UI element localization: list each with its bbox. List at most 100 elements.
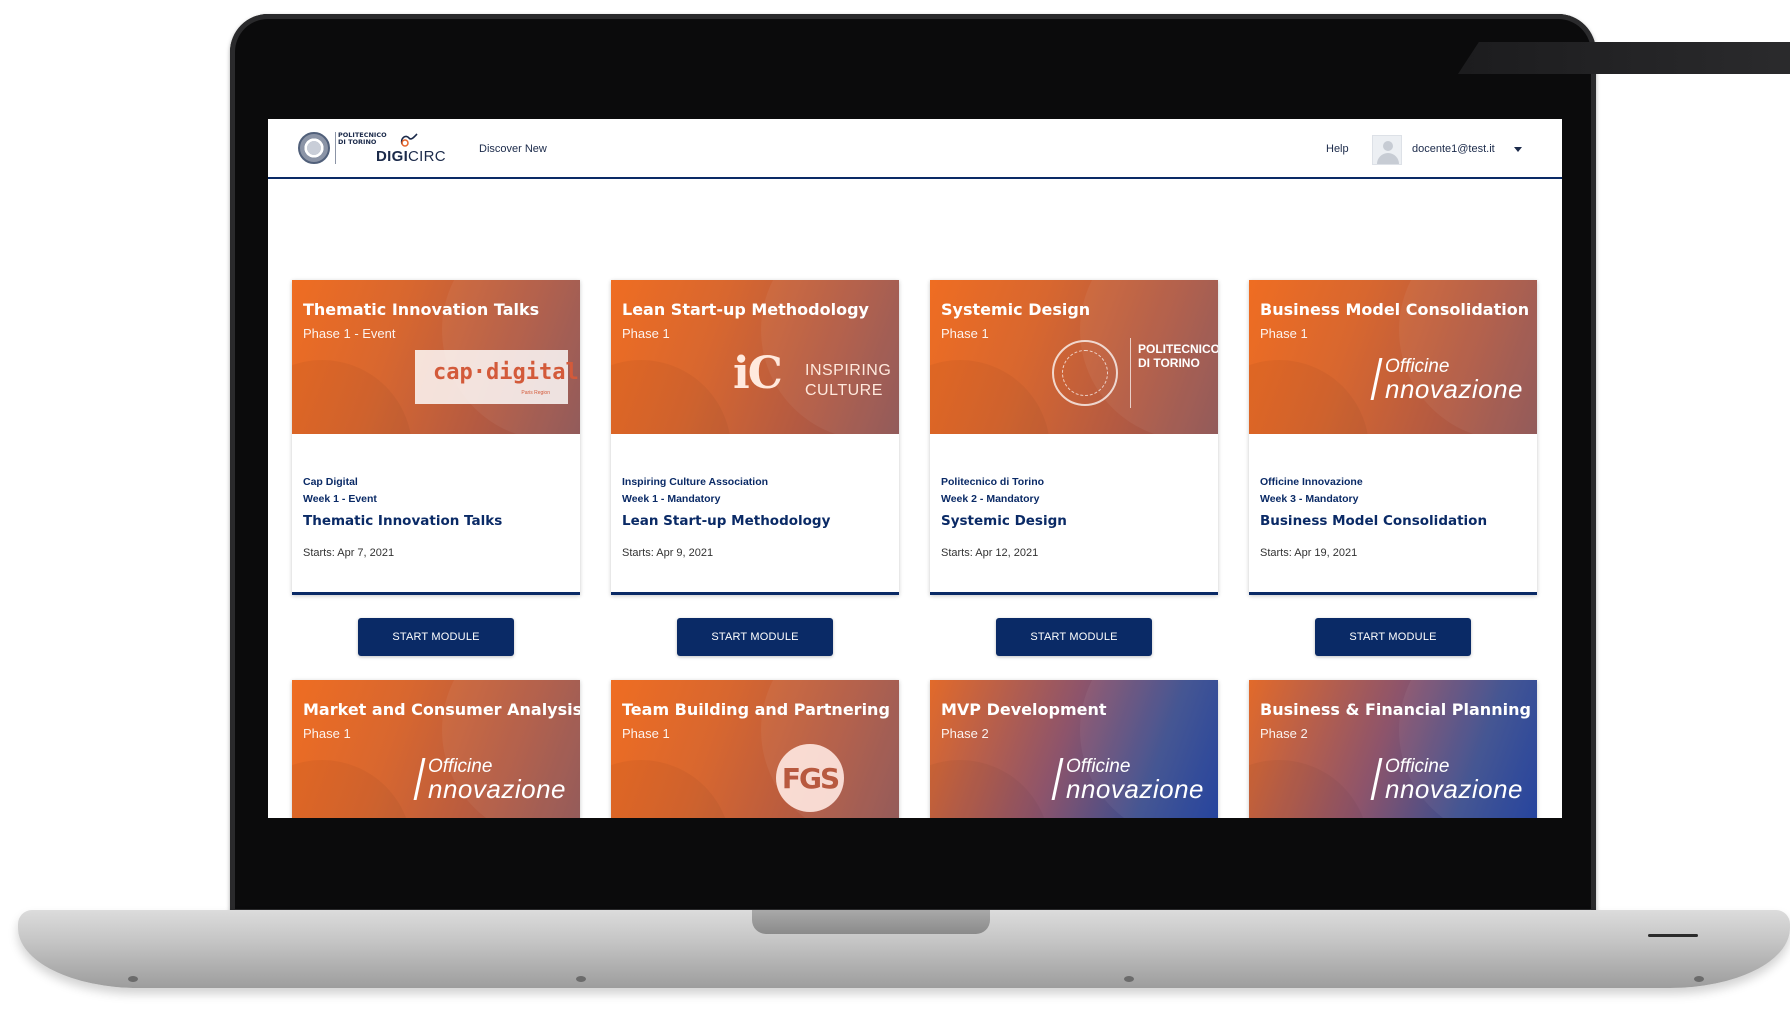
module-banner: Business Model Consolidation Phase 1 Off… [1249,280,1537,434]
banner-phase: Phase 1 [622,726,670,741]
banner-phase: Phase 2 [1260,726,1308,741]
banner-decoration [1249,760,1369,818]
module-start-date: Starts: Apr 7, 2021 [303,547,395,559]
module-week: Week 3 - Mandatory [1260,493,1359,505]
module-card[interactable]: Systemic Design Phase 1 POLITECNICO DI T… [930,280,1218,595]
logo-brand-light: CIRC [408,148,446,165]
help-link[interactable]: Help [1326,143,1349,155]
banner-phase: Phase 1 [1260,326,1308,341]
module-start-date: Starts: Apr 19, 2021 [1260,547,1358,559]
module-title[interactable]: Business Model Consolidation [1260,513,1487,529]
logo-slash [413,758,426,800]
laptop-foot [1124,976,1134,982]
avatar-head [1383,141,1393,151]
start-module-button[interactable]: START MODULE [677,618,833,656]
logo-line1: INSPIRING [805,362,892,379]
module-title[interactable]: Lean Start-up Methodology [622,513,830,529]
module-provider: Officine Innovazione [1260,476,1363,488]
user-email[interactable]: docente1@test.it [1412,143,1495,155]
avatar[interactable] [1372,135,1402,165]
polito-seal-icon[interactable] [298,132,330,164]
module-banner: Business & Financial Planning Phase 2 Of… [1249,680,1537,818]
banner-decoration [930,760,1050,818]
logo-line2: nnovazione [1385,774,1523,804]
bezel-glare [1458,42,1790,74]
module-banner: Team Building and Partnering Phase 1 FGS [611,680,899,818]
laptop-base-notch [752,910,990,934]
banner-decoration [292,760,412,818]
banner-decoration [611,360,731,434]
laptop-base-slot [1648,934,1698,937]
laptop-foot [1694,976,1704,982]
logo-line1: POLITECNICO [1138,342,1218,356]
banner-phase: Phase 2 [941,726,989,741]
module-title[interactable]: Thematic Innovation Talks [303,513,502,529]
app-logo[interactable]: DIGICIRC [376,148,446,165]
logo-divider [335,132,336,164]
module-banner: Thematic Innovation Talks Phase 1 - Even… [292,280,580,434]
banner-phase: Phase 1 - Event [303,326,396,341]
logo-divider [1130,338,1131,408]
university-seal-inner-icon [1062,350,1108,396]
banner-decoration [1249,360,1369,434]
logo-slash [1051,758,1064,800]
module-start-date: Starts: Apr 9, 2021 [622,547,714,559]
officine-innovazione-logo-icon: Officine nnovazione [1051,756,1212,808]
logo-slash [1370,358,1383,400]
fgs-logo-icon: FGS [776,744,844,812]
module-provider: Inspiring Culture Association [622,476,769,488]
module-card[interactable]: Market and Consumer Analysis Phase 1 Off… [292,680,580,818]
logo-line2: nnovazione [1066,774,1204,804]
module-card[interactable]: Team Building and Partnering Phase 1 FGS [611,680,899,818]
banner-title: MVP Development [941,700,1107,719]
avatar-body [1377,153,1399,164]
user-menu-chevron-down-icon[interactable] [1514,147,1522,152]
officine-innovazione-logo-icon: Officine nnovazione [1370,756,1531,808]
banner-title: Team Building and Partnering [622,700,890,719]
banner-title: Market and Consumer Analysis [303,700,580,719]
module-card[interactable]: Business & Financial Planning Phase 2 Of… [1249,680,1537,818]
module-week: Week 2 - Mandatory [941,493,1040,505]
module-provider: Cap Digital [303,476,358,488]
banner-title: Thematic Innovation Talks [303,300,540,319]
module-card[interactable]: Business Model Consolidation Phase 1 Off… [1249,280,1537,595]
start-module-button[interactable]: START MODULE [358,618,514,656]
logo-text: cap·digital [433,360,579,385]
logo-brand-bold: DIGI [376,148,409,165]
banner-phase: Phase 1 [941,326,989,341]
banner-title: Business & Financial Planning [1260,700,1531,719]
module-banner: Systemic Design Phase 1 POLITECNICO DI T… [930,280,1218,434]
start-module-button[interactable]: START MODULE [1315,618,1471,656]
app-screen: POLITECNICO DI TORINO DIGICIRC Discover … [268,119,1562,818]
logo-line2: DI TORINO [1138,356,1200,370]
module-card[interactable]: Thematic Innovation Talks Phase 1 - Even… [292,280,580,595]
discover-new-link[interactable]: Discover New [479,143,547,155]
logo-mark: iC [733,348,783,399]
banner-decoration [611,760,731,818]
inspiring-culture-logo-icon: iC INSPIRING CULTURE [733,348,893,404]
banner-decoration [930,360,1050,434]
module-card[interactable]: MVP Development Phase 2 Officine nnovazi… [930,680,1218,818]
banner-decoration [292,360,412,434]
officine-innovazione-logo-icon: Officine nnovazione [413,756,574,808]
officine-innovazione-logo-icon: Officine nnovazione [1370,356,1531,408]
logo-line2: nnovazione [428,774,566,804]
banner-phase: Phase 1 [303,726,351,741]
banner-title: Business Model Consolidation [1260,300,1530,319]
top-navbar: POLITECNICO DI TORINO DIGICIRC Discover … [268,119,1562,179]
politecnico-logo-icon: POLITECNICO DI TORINO [1052,338,1218,418]
module-card[interactable]: Lean Start-up Methodology Phase 1 iC INS… [611,280,899,595]
digicirc-swirl-icon [400,133,418,147]
module-banner: Lean Start-up Methodology Phase 1 iC INS… [611,280,899,434]
logo-line2: CULTURE [805,382,883,399]
module-title[interactable]: Systemic Design [941,513,1067,529]
laptop-foot [128,976,138,982]
banner-title: Systemic Design [941,300,1091,319]
logo-line2: nnovazione [1385,374,1523,404]
start-module-button[interactable]: START MODULE [996,618,1152,656]
logo-university-text: POLITECNICO DI TORINO [338,131,387,146]
banner-title: Lean Start-up Methodology [622,300,869,319]
module-week: Week 1 - Mandatory [622,493,721,505]
module-banner: Market and Consumer Analysis Phase 1 Off… [292,680,580,818]
laptop-foot [576,976,586,982]
